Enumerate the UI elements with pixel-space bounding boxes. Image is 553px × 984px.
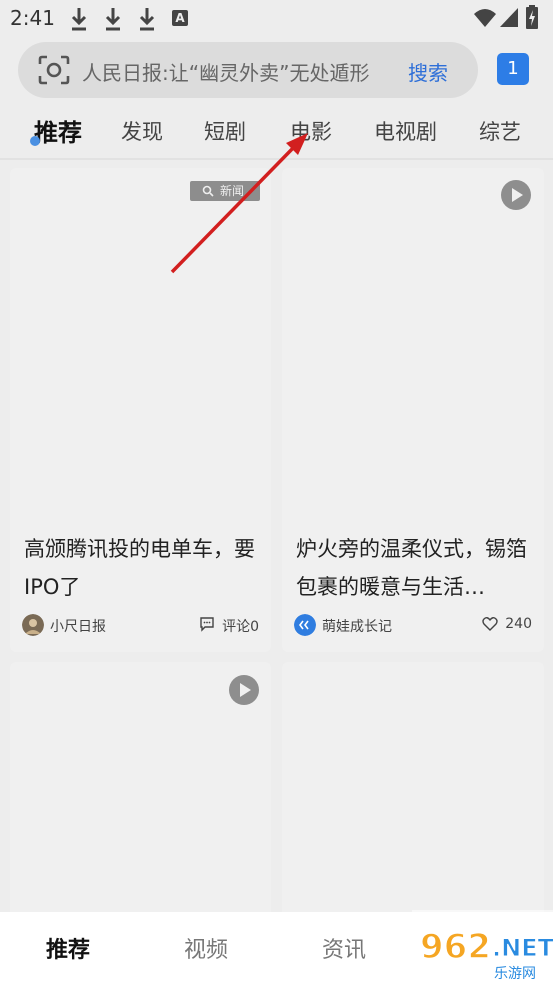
card-title[interactable]: 高颁腾讯投的电单车，要IPO了 xyxy=(24,530,264,606)
feed-card[interactable] xyxy=(282,662,544,922)
download-icon xyxy=(105,8,121,31)
tab-tv-series[interactable]: 电视剧 xyxy=(374,116,437,146)
svg-text:962: 962 xyxy=(420,927,491,967)
tab-movie[interactable]: 电影 xyxy=(290,116,332,146)
play-icon[interactable] xyxy=(229,675,259,705)
svg-text:乐游网: 乐游网 xyxy=(494,966,536,982)
signal-icon xyxy=(500,8,518,27)
search-bar[interactable]: 人民日报:让“幽灵外卖”无处遁形 搜索 xyxy=(18,42,478,98)
battery-charging-icon xyxy=(526,5,538,29)
tab-short-drama[interactable]: 短剧 xyxy=(204,116,246,146)
avatar[interactable] xyxy=(294,614,316,636)
tab-recommend[interactable]: 推荐 xyxy=(34,113,82,148)
feed-card[interactable]: 新闻 高颁腾讯投的电单车，要IPO了 小尺日报 评论0 xyxy=(10,168,271,652)
download-icon xyxy=(139,8,155,31)
nav-video[interactable]: 视频 xyxy=(184,932,228,964)
search-button[interactable]: 搜索 xyxy=(408,57,448,86)
like-count[interactable]: 240 xyxy=(505,616,532,632)
download-icon xyxy=(71,8,87,31)
avatar[interactable] xyxy=(22,614,44,636)
tab-variety[interactable]: 综艺 xyxy=(479,116,521,146)
heart-icon[interactable] xyxy=(482,616,498,631)
play-icon[interactable] xyxy=(501,180,531,210)
wifi-icon xyxy=(474,9,496,27)
author-name[interactable]: 萌娃成长记 xyxy=(322,616,392,636)
active-tab-dot xyxy=(30,136,40,146)
scan-icon[interactable] xyxy=(38,55,70,85)
notification-badge[interactable]: 1 xyxy=(497,53,529,85)
a-icon: A xyxy=(172,10,188,26)
nav-news[interactable]: 资讯 xyxy=(322,932,366,964)
svg-text:.NET: .NET xyxy=(492,934,553,962)
feed-card[interactable]: 炉火旁的温柔仪式，锡箔包裹的暖意与生活… 萌娃成长记 240 xyxy=(282,168,544,652)
card-meta: 小尺日报 评论0 xyxy=(22,614,259,638)
status-time: 2:41 xyxy=(10,6,55,30)
news-tag-label: 新闻 xyxy=(220,184,245,198)
comment-icon[interactable] xyxy=(199,616,215,632)
comment-count[interactable]: 评论0 xyxy=(222,616,259,636)
tab-discover[interactable]: 发现 xyxy=(121,116,163,146)
search-icon xyxy=(202,185,214,197)
card-meta: 萌娃成长记 240 xyxy=(294,614,532,638)
status-bar: 2:41 A xyxy=(0,0,553,38)
news-tag: 新闻 xyxy=(190,181,260,201)
search-hint[interactable]: 人民日报:让“幽灵外卖”无处遁形 xyxy=(82,57,369,86)
feed-card[interactable] xyxy=(10,662,271,922)
category-tabs: 推荐 发现 短剧 电影 电视剧 综艺 xyxy=(0,108,553,152)
watermark-logo: 962 .NET 乐游网 xyxy=(412,910,553,984)
author-name[interactable]: 小尺日报 xyxy=(50,616,106,636)
card-title[interactable]: 炉火旁的温柔仪式，锡箔包裹的暖意与生活… xyxy=(296,530,536,606)
nav-recommend[interactable]: 推荐 xyxy=(46,932,90,964)
tabs-divider xyxy=(0,158,553,160)
